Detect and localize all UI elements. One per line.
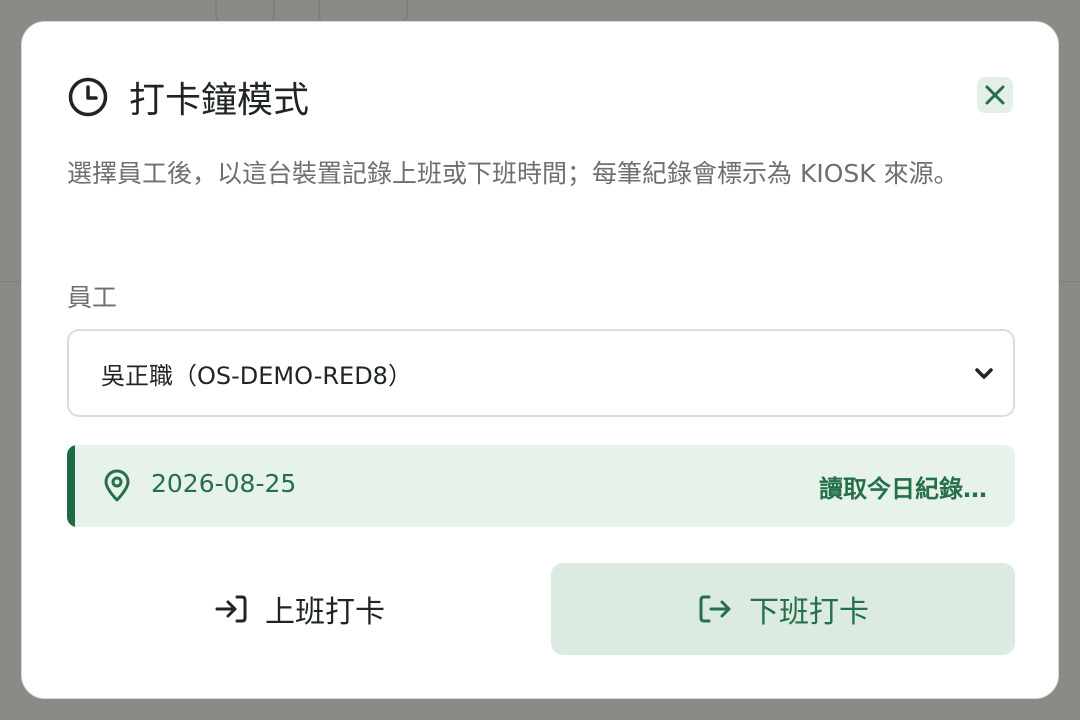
login-icon xyxy=(215,595,247,623)
close-icon xyxy=(985,85,1005,105)
employee-select[interactable]: 吳正職（OS-DEMO-RED8） xyxy=(67,329,1015,417)
dialog-description: 選擇員工後，以這台裝置記錄上班或下班時間；每筆紀錄會標示為 KIOSK 來源。 xyxy=(67,159,959,188)
clock-out-label: 下班打卡 xyxy=(749,595,869,630)
dialog-title: 打卡鐘模式 xyxy=(129,80,310,121)
close-button[interactable] xyxy=(977,77,1013,113)
kiosk-mode-dialog: 打卡鐘模式 選擇員工後，以這台裝置記錄上班或下班時間；每筆紀錄會標示為 KIOS… xyxy=(21,21,1059,699)
today-status-bar: 2026-08-25 讀取今日紀錄… xyxy=(67,445,1015,527)
clock-out-button[interactable]: 下班打卡 xyxy=(551,563,1015,655)
employee-label: 員工 xyxy=(67,283,118,312)
location-pin-icon xyxy=(104,469,130,502)
current-date: 2026-08-25 xyxy=(151,469,297,498)
dialog-header: 打卡鐘模式 xyxy=(67,72,309,122)
clock-in-label: 上班打卡 xyxy=(265,595,385,630)
employee-select-value: 吳正職（OS-DEMO-RED8） xyxy=(101,361,412,390)
clock-in-button[interactable]: 上班打卡 xyxy=(67,563,531,655)
logout-icon xyxy=(699,595,731,623)
chevron-down-icon xyxy=(975,368,993,379)
clock-icon xyxy=(68,77,108,117)
status-accent-stripe xyxy=(67,445,75,527)
loading-status: 讀取今日紀錄… xyxy=(819,475,987,503)
